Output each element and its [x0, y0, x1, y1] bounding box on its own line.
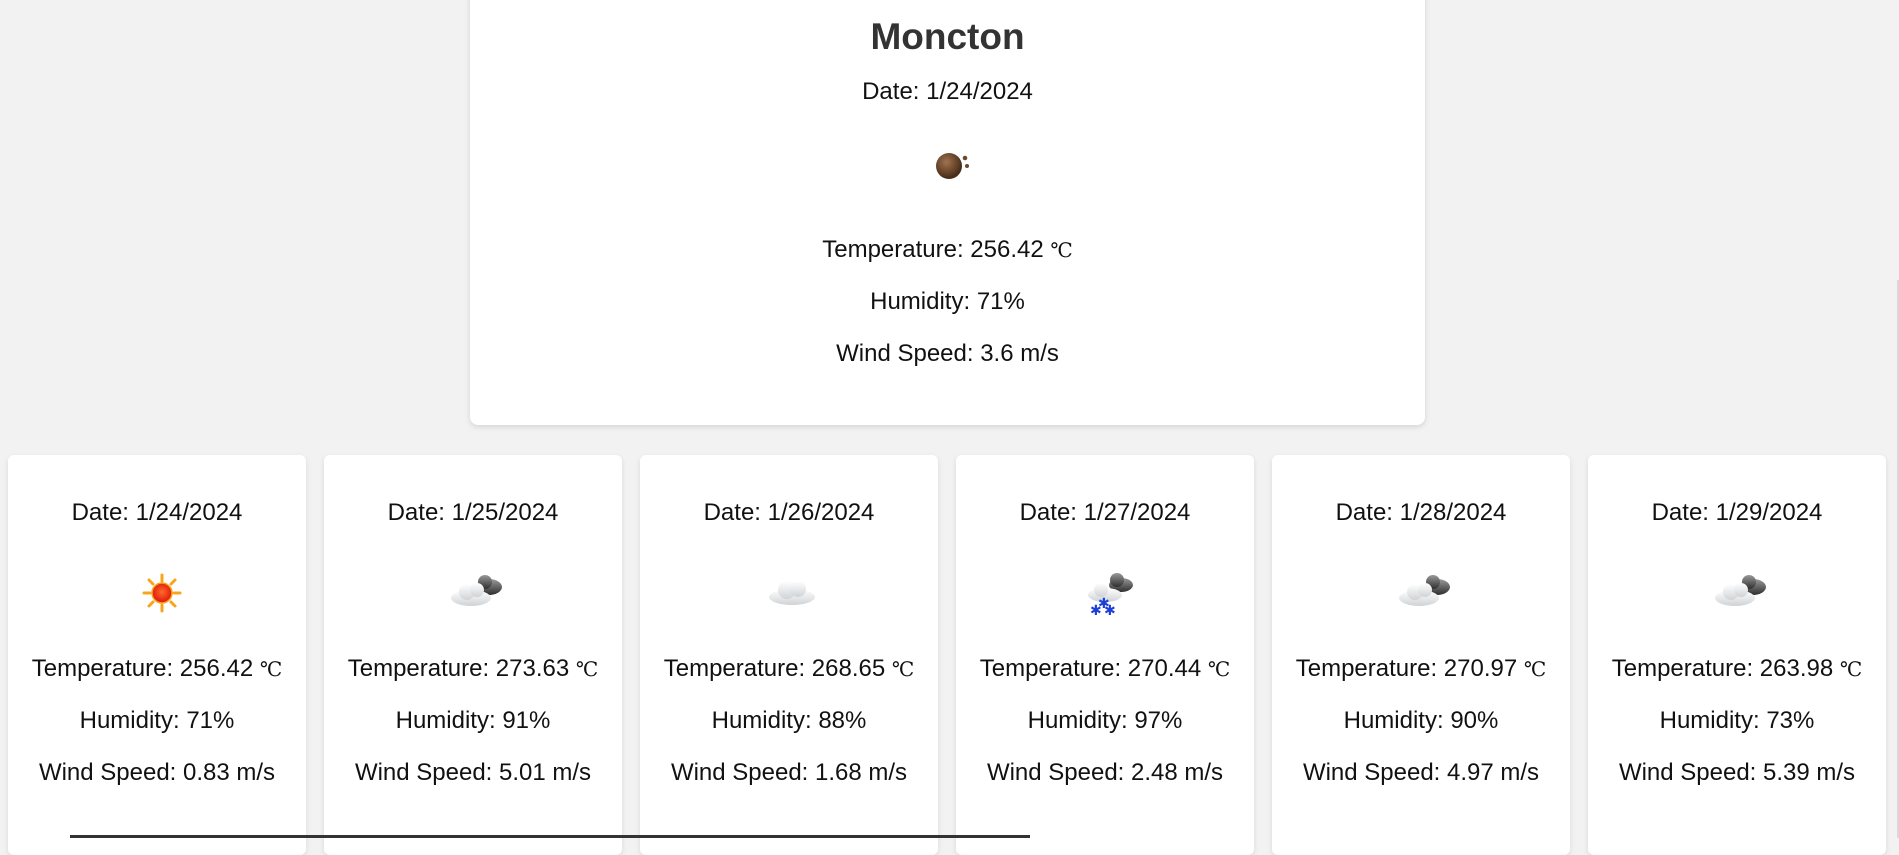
forecast-date: Date: 1/24/2024 [71, 499, 243, 526]
forecast-wind-speed: Wind Speed: 4.97 m/s [1302, 759, 1540, 786]
forecast-date: Date: 1/26/2024 [703, 499, 875, 526]
dust-icon [936, 153, 969, 179]
forecast-temperature: Temperature: 273.63 ℃ [347, 655, 599, 682]
celsius-unit: ℃ [575, 657, 599, 681]
forecast-card: Date: 1/25/2024 Temperature: 273.63 ℃ Hu… [324, 455, 622, 855]
snow-icon: ✱ ✱ ✱ [1088, 573, 1133, 619]
forecast-temperature: Temperature: 270.97 ℃ [1295, 655, 1547, 682]
forecast-humidity: Humidity: 90% [1343, 707, 1499, 734]
forecast-date: Date: 1/25/2024 [387, 499, 559, 526]
celsius-unit: ℃ [1523, 657, 1547, 681]
current-date: Date: 1/24/2024 [862, 78, 1033, 105]
broken-clouds-icon [451, 575, 502, 606]
forecast-card: Date: 1/28/2024 Temperature: 270.97 ℃ Hu… [1272, 455, 1570, 855]
forecast-wind-speed: Wind Speed: 0.83 m/s [38, 759, 276, 786]
forecast-card: Date: 1/24/2024 Temperature: 256.42 ℃ Hu… [8, 455, 306, 855]
forecast-wind-speed: Wind Speed: 5.01 m/s [354, 759, 592, 786]
forecast-humidity: Humidity: 97% [1027, 707, 1183, 734]
celsius-unit: ℃ [1207, 657, 1231, 681]
forecast-humidity: Humidity: 73% [1659, 707, 1815, 734]
forecast-temperature: Temperature: 263.98 ℃ [1611, 655, 1863, 682]
forecast-humidity: Humidity: 91% [395, 707, 551, 734]
forecast-card: Date: 1/29/2024 Temperature: 263.98 ℃ Hu… [1588, 455, 1886, 855]
forecast-temperature: Temperature: 270.44 ℃ [979, 655, 1231, 682]
svg-text:✱: ✱ [1098, 596, 1110, 612]
forecast-date: Date: 1/29/2024 [1651, 499, 1823, 526]
forecast-date: Date: 1/27/2024 [1019, 499, 1191, 526]
sun-icon [142, 573, 182, 613]
forecast-card: Date: 1/27/2024 ✱ ✱ ✱ Temperature: 270.4… [956, 455, 1254, 855]
forecast-temperature: Temperature: 256.42 ℃ [31, 655, 283, 682]
celsius-unit: ℃ [1839, 657, 1863, 681]
celsius-unit: ℃ [259, 657, 283, 681]
city-title: Moncton [870, 16, 1025, 57]
forecast-wind-speed: Wind Speed: 2.48 m/s [986, 759, 1224, 786]
current-humidity: Humidity: 71% [870, 288, 1025, 315]
forecast-card: Date: 1/26/2024 Temperature: 268.65 ℃ Hu… [640, 455, 938, 855]
current-weather-card: Moncton Date: 1/24/2024 Temperature: 256… [470, 0, 1425, 425]
current-temperature: Temperature: 256.42 ℃ [822, 236, 1073, 263]
celsius-unit: ℃ [1050, 238, 1073, 262]
broken-clouds-icon [1715, 575, 1766, 606]
forecast-wind-speed: Wind Speed: 1.68 m/s [670, 759, 908, 786]
cloud-icon [769, 581, 815, 605]
forecast-date: Date: 1/28/2024 [1335, 499, 1507, 526]
celsius-unit: ℃ [891, 657, 915, 681]
forecast-humidity: Humidity: 71% [79, 707, 235, 734]
forecast-wind-speed: Wind Speed: 5.39 m/s [1618, 759, 1856, 786]
forecast-temperature: Temperature: 268.65 ℃ [663, 655, 915, 682]
broken-clouds-icon [1399, 575, 1450, 606]
current-wind-speed: Wind Speed: 3.6 m/s [836, 340, 1059, 367]
forecast-humidity: Humidity: 88% [711, 707, 867, 734]
